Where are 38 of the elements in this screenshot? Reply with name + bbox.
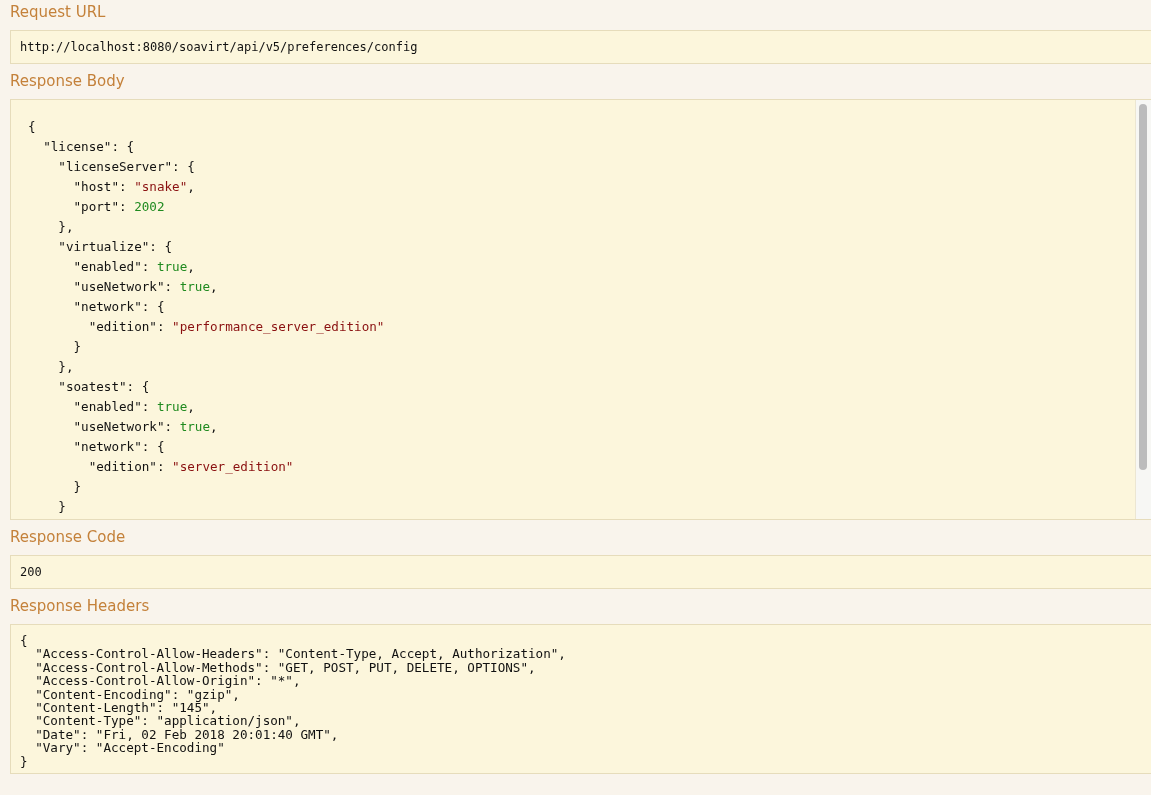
scrollbar[interactable]: [1135, 100, 1151, 519]
code-line: },: [57, 358, 74, 376]
code-line: "Date": "Fri, 02 Feb 2018 20:01:40 GMT",: [34, 727, 339, 742]
code-line: "network": {: [72, 438, 165, 456]
code-line: },: [57, 218, 74, 236]
code-line: }: [72, 478, 82, 496]
code-line: {: [20, 634, 28, 648]
code-line: "port": 2002: [72, 198, 165, 216]
code-line: "edition": "server_edition": [87, 458, 294, 476]
code-line: "useNetwork": true,: [72, 418, 218, 436]
code-line: "Vary": "Accept-Encoding": [34, 741, 225, 755]
code-line: "Access-Control-Allow-Headers": "Content-Type, Accept, Authorization",: [34, 647, 566, 661]
code-line: "virtualize": {: [57, 238, 173, 256]
code-line: "network": {: [72, 298, 165, 316]
code-line: "Content-Length": "145",: [34, 701, 218, 715]
code-line: "Access-Control-Allow-Origin": "*",: [34, 674, 301, 688]
section-label: Response Headers: [10, 596, 150, 616]
section-label: Request URL: [10, 2, 106, 22]
code-line: "host": "snake",: [72, 178, 195, 196]
code-line: "Content-Type": "application/json",: [34, 714, 301, 728]
code-line: "license": {: [42, 138, 135, 156]
code-line: {: [28, 118, 36, 136]
code-line: "soatest": {: [57, 378, 150, 396]
code-line: }: [57, 498, 66, 516]
section-label: Response Code: [10, 527, 126, 547]
code-line: "enabled": true,: [72, 398, 195, 416]
section-label: Response Body: [10, 71, 125, 91]
code-line: "licenseServer": {: [57, 158, 195, 176]
value-field: 200: [10, 555, 1151, 589]
code-line: "edition": "performance_server_edition": [87, 318, 385, 336]
code-line: }: [20, 754, 28, 769]
code-line: "enabled": true,: [72, 258, 195, 276]
scrollbar-thumb[interactable]: [1139, 104, 1147, 470]
code-line: "Content-Encoding": "gzip",: [34, 687, 240, 702]
code-line: }: [72, 338, 82, 356]
code-line: "Access-Control-Allow-Methods": "GET, POST, PUT, DELETE, OPTIONS",: [34, 660, 536, 675]
value-field: http://localhost:8080/soavirt/api/v5/preferences/config: [10, 30, 1151, 64]
code-line: "useNetwork": true,: [72, 278, 218, 296]
